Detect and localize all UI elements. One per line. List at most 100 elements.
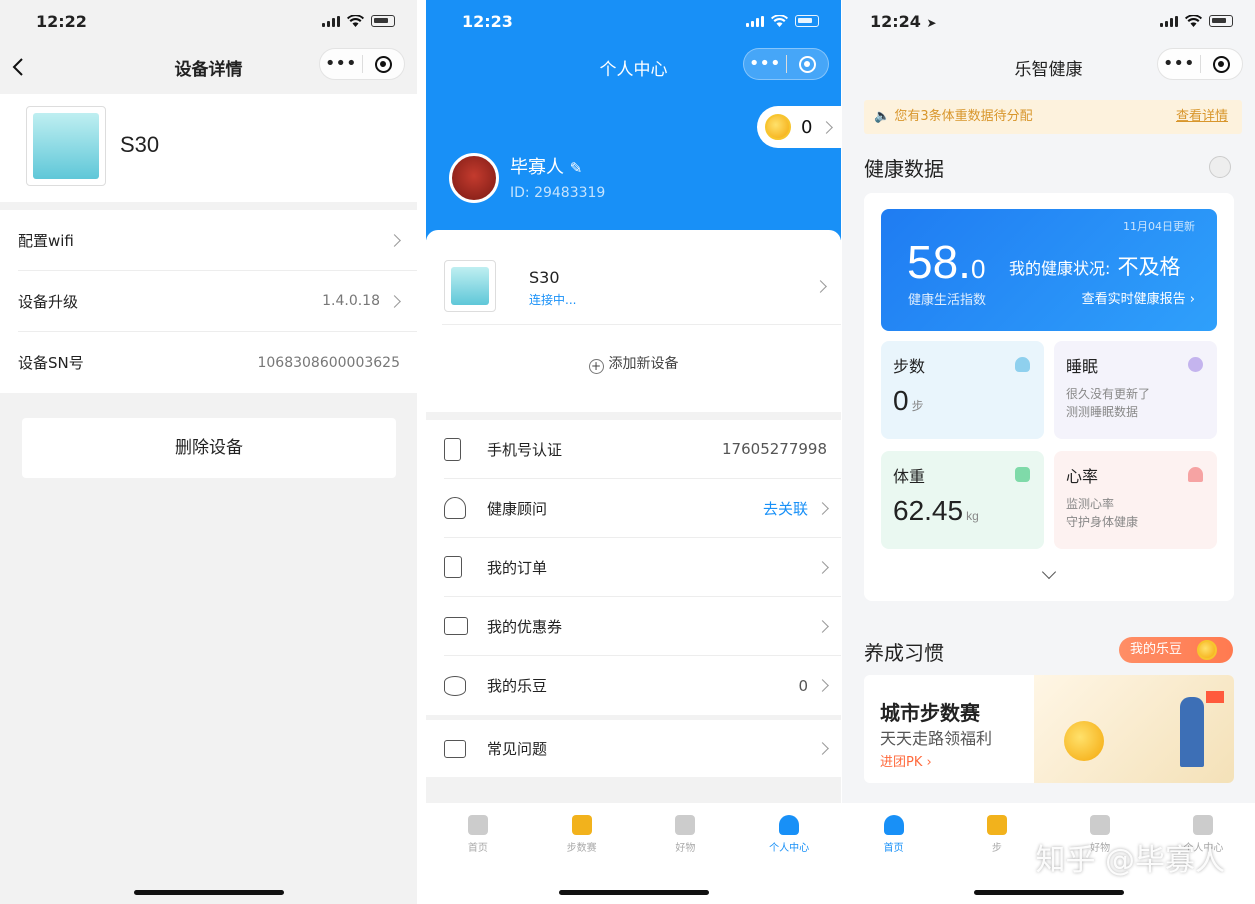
mini-program-capsule[interactable]: ••• <box>319 48 405 80</box>
status-bar: 12:24 ➤ <box>842 0 1255 44</box>
heart-rate-tile[interactable]: 心率 监测心率 守护身体健康 <box>1054 451 1217 549</box>
walking-illustration <box>1034 675 1234 783</box>
battery-icon <box>795 15 819 27</box>
join-pk-link[interactable]: 进团PK › <box>880 751 932 770</box>
home-indicator <box>558 890 709 895</box>
sleep-tile[interactable]: 睡眠 很久没有更新了 测测睡眠数据 <box>1054 341 1217 439</box>
bag-icon <box>675 815 696 835</box>
row-my-coupons[interactable]: 我的优惠券 <box>444 597 841 656</box>
chevron-down-icon[interactable] <box>1041 564 1057 580</box>
steps-tile[interactable]: 步数 0步 <box>881 341 1044 439</box>
close-mini-program-icon[interactable] <box>1201 49 1243 79</box>
row-my-ledou[interactable]: 我的乐豆 0 <box>444 656 841 715</box>
status-bar: 12:22 <box>0 0 417 44</box>
banner-title: 城市步数赛 <box>880 701 980 725</box>
tab-step-contest[interactable]: 步 <box>945 803 1048 904</box>
row-config-wifi[interactable]: 配置wifi <box>18 210 417 271</box>
phone-icon <box>444 437 461 461</box>
updated-date: 11月04日更新 <box>1123 220 1195 233</box>
health-status: 我的健康状况: 不及格 <box>1009 255 1181 279</box>
mini-program-capsule[interactable]: ••• <box>743 48 829 80</box>
coin-count: 0 <box>801 116 813 138</box>
tab-goods[interactable]: 好物 <box>634 803 738 904</box>
home-icon <box>467 815 488 835</box>
health-home-screen: 12:24 ➤ 乐智健康 ••• 🔈 您有3条体重数据待分配 查看详情 健康数据… <box>842 0 1255 904</box>
tab-bar: 首页 步数赛 好物 个人中心 <box>426 803 841 904</box>
chevron-right-icon <box>816 619 829 633</box>
user-id: ID: 29483319 <box>510 185 606 201</box>
city-step-contest-banner[interactable]: 城市步数赛 天天走路领福利 进团PK › <box>864 675 1234 783</box>
coin-balance-pill[interactable]: 0 <box>757 106 841 148</box>
notice-text: 您有3条体重数据待分配 <box>894 109 1033 124</box>
health-score-panel[interactable]: 11月04日更新 58.0 健康生活指数 我的健康状况: 不及格 查看实时健康报… <box>881 209 1217 331</box>
scale-icon[interactable] <box>1209 156 1231 178</box>
steps-value: 0 <box>893 385 909 416</box>
profile-screen: 12:23 个人中心 ••• 0 毕寡人 ✎ ID: 29483319 S30 … <box>426 0 841 904</box>
plus-circle-icon: + <box>588 359 604 374</box>
tab-home[interactable]: 首页 <box>426 803 530 904</box>
my-ledou-button[interactable]: 我的乐豆 <box>1119 637 1233 663</box>
health-report-link[interactable]: 查看实时健康报告 › <box>1082 288 1195 307</box>
faq-section: 常见问题 <box>426 720 841 777</box>
device-row[interactable]: S30 连接中... <box>442 230 841 325</box>
tab-profile[interactable]: 个人中心 <box>737 803 841 904</box>
delete-device-button[interactable]: 删除设备 <box>22 418 396 478</box>
device-card: S30 连接中... + 添加新设备 <box>426 230 841 412</box>
avatar[interactable] <box>449 153 499 203</box>
more-icon[interactable]: ••• <box>744 49 786 79</box>
mini-program-capsule[interactable]: ••• <box>1157 48 1243 80</box>
shoe-icon <box>1015 357 1030 372</box>
device-name: S30 <box>529 268 560 287</box>
row-health-advisor[interactable]: 健康顾问 去关联 <box>444 479 841 538</box>
chevron-right-icon <box>388 233 401 247</box>
coupon-icon <box>444 617 468 635</box>
close-mini-program-icon[interactable] <box>787 49 829 79</box>
tab-step-contest[interactable]: 步数赛 <box>530 803 634 904</box>
score-label: 健康生活指数 <box>908 293 987 308</box>
device-header: S30 <box>0 94 417 202</box>
user-name[interactable]: 毕寡人 ✎ <box>510 153 582 179</box>
bag-icon <box>1090 815 1111 835</box>
row-firmware-upgrade[interactable]: 设备升级 1.4.0.18 <box>18 271 417 332</box>
edit-icon[interactable]: ✎ <box>570 159 583 177</box>
firmware-version: 1.4.0.18 <box>322 293 380 309</box>
chevron-right-icon <box>814 280 827 293</box>
profile-header: 12:23 个人中心 ••• 0 毕寡人 ✎ ID: 29483319 <box>426 0 841 240</box>
row-my-orders[interactable]: 我的订单 <box>444 538 841 597</box>
more-icon[interactable]: ••• <box>1158 49 1200 79</box>
health-card: 11月04日更新 58.0 健康生活指数 我的健康状况: 不及格 查看实时健康报… <box>864 193 1234 601</box>
home-icon <box>883 815 904 835</box>
more-icon[interactable]: ••• <box>320 49 362 79</box>
link-advisor[interactable]: 去关联 <box>763 498 808 519</box>
notice-bar: 🔈 您有3条体重数据待分配 查看详情 <box>864 100 1242 134</box>
row-serial-number: 设备SN号 1068308600003625 <box>18 354 400 372</box>
chevron-right-icon <box>820 120 834 134</box>
location-arrow-icon: ➤ <box>926 16 937 30</box>
weight-value: 62.45 <box>893 495 964 526</box>
trophy-icon <box>571 815 592 835</box>
moon-icon <box>1188 357 1203 372</box>
phone-number: 17605277998 <box>722 440 827 458</box>
close-mini-program-icon[interactable] <box>363 49 405 79</box>
banner-subtitle: 天天走路领福利 <box>880 729 993 748</box>
tab-home[interactable]: 首页 <box>842 803 945 904</box>
home-indicator <box>973 890 1124 895</box>
coins-icon <box>444 675 466 696</box>
person-icon <box>779 815 800 835</box>
wifi-icon <box>347 15 364 27</box>
notice-detail-link[interactable]: 查看详情 <box>1176 100 1228 134</box>
order-icon <box>444 556 462 578</box>
add-device-button[interactable]: + 添加新设备 <box>426 325 841 403</box>
chevron-right-icon <box>388 294 401 308</box>
weight-tile[interactable]: 体重 62.45 kg <box>881 451 1044 549</box>
home-indicator <box>133 890 284 895</box>
row-phone-verify[interactable]: 手机号认证 17605277998 <box>444 420 841 479</box>
status-bar: 12:23 <box>426 0 841 44</box>
signal-icon <box>322 15 340 27</box>
battery-icon <box>371 15 395 27</box>
chevron-right-icon <box>816 501 829 515</box>
signal-icon <box>1160 15 1178 27</box>
profile-menu: 手机号认证 17605277998 健康顾问 去关联 我的订单 我的优惠券 我的… <box>426 420 841 715</box>
row-faq[interactable]: 常见问题 <box>444 720 841 777</box>
flag-icon <box>1206 691 1224 703</box>
